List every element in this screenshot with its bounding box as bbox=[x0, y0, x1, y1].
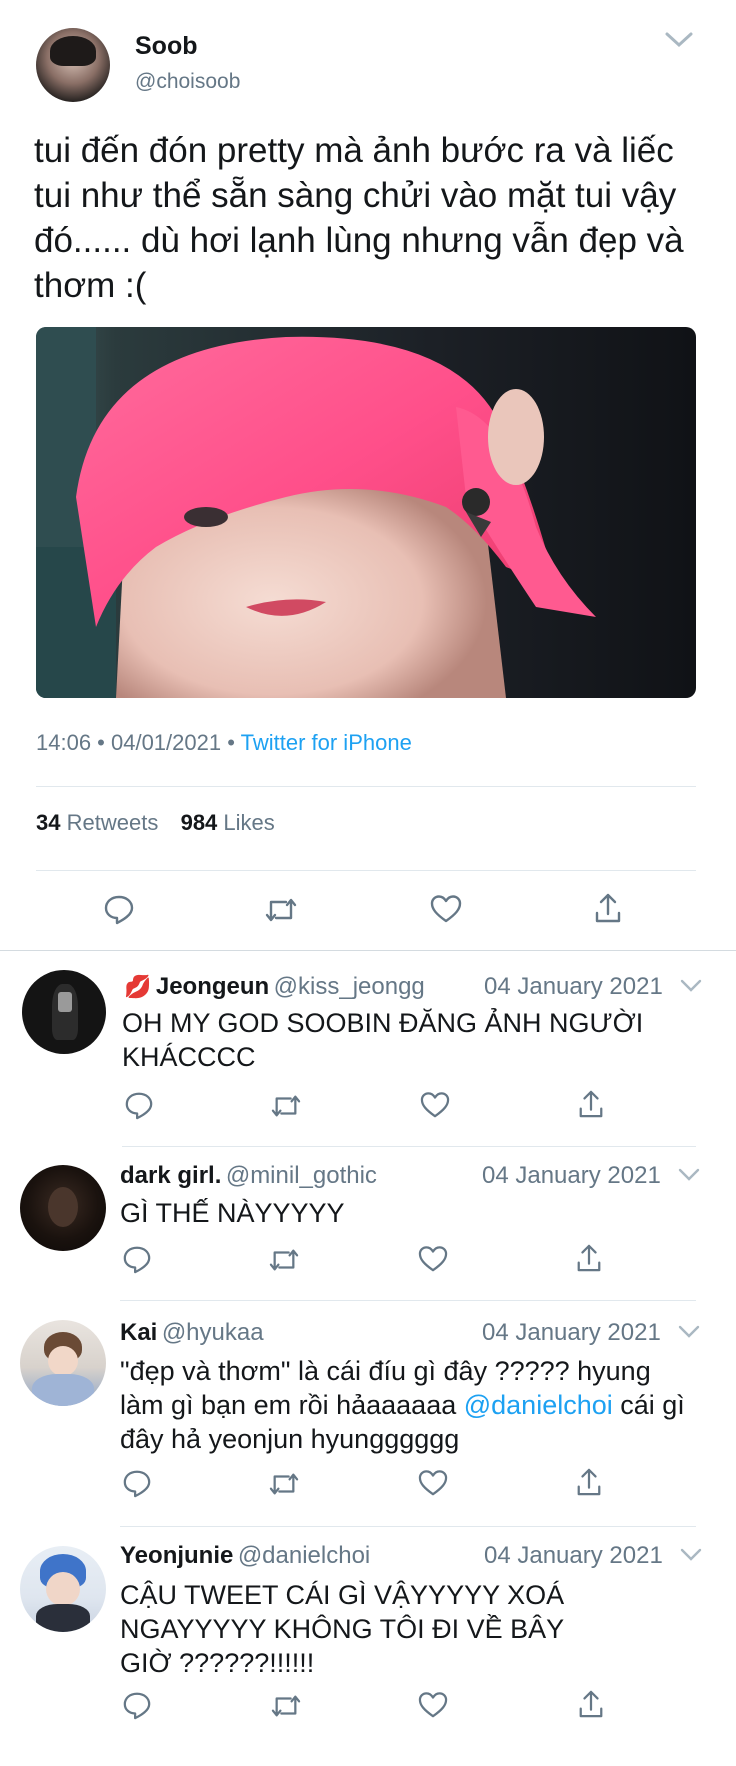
chevron-down-icon[interactable] bbox=[664, 30, 694, 50]
reply-text: OH MY GOD SOOBIN ĐĂNG ẢNH NGƯỜI KHÁCCCC bbox=[122, 1008, 644, 1072]
author-name[interactable]: Soob bbox=[135, 32, 198, 61]
reply-avatar[interactable] bbox=[20, 1165, 106, 1251]
chevron-down-icon[interactable] bbox=[680, 978, 702, 994]
tweet-time: 14:06 • 04/01/2021 • bbox=[36, 730, 235, 755]
divider bbox=[122, 1146, 696, 1147]
divider bbox=[120, 1300, 696, 1301]
reply-author-name[interactable]: dark girl. bbox=[120, 1162, 221, 1189]
reply-avatar[interactable] bbox=[20, 1320, 106, 1406]
retweet-icon[interactable] bbox=[268, 1470, 300, 1498]
like-icon[interactable] bbox=[430, 894, 462, 924]
reply-icon[interactable] bbox=[122, 1468, 152, 1498]
tweet-text: tui đến đón pretty mà ảnh bước ra và liế… bbox=[34, 131, 684, 305]
reply-author-handle[interactable]: @kiss_jeongg bbox=[274, 973, 425, 1000]
reply-header: dark girl. @minil_gothic bbox=[120, 1162, 377, 1190]
retweet-icon[interactable] bbox=[264, 895, 298, 925]
reply-date: 04 January 2021 bbox=[484, 973, 663, 1000]
reply-text: GÌ THẾ NÀYYYYY bbox=[120, 1198, 345, 1228]
retweets-count[interactable]: 34 bbox=[36, 810, 60, 835]
reply-text: CẬU TWEET CÁI GÌ VẬYYYYY XOÁ NGAYYYYY KH… bbox=[120, 1580, 565, 1678]
likes-count[interactable]: 984 bbox=[181, 810, 218, 835]
retweet-icon[interactable] bbox=[270, 1092, 302, 1120]
like-icon[interactable] bbox=[420, 1091, 450, 1119]
like-icon[interactable] bbox=[418, 1245, 448, 1273]
author-avatar[interactable] bbox=[36, 28, 110, 102]
reply-icon[interactable] bbox=[122, 1690, 152, 1720]
reply-header: 💋 Jeongeun @kiss_jeongg bbox=[124, 973, 425, 1001]
share-icon[interactable] bbox=[593, 892, 623, 924]
reply-author-name[interactable]: Kai bbox=[120, 1319, 157, 1346]
like-icon[interactable] bbox=[418, 1469, 448, 1497]
reply-avatar[interactable] bbox=[22, 970, 106, 1054]
retweet-icon[interactable] bbox=[268, 1246, 300, 1274]
reply-author-name[interactable]: Yeonjunie bbox=[120, 1542, 233, 1569]
reply-header: Yeonjunie @danielchoi bbox=[120, 1542, 370, 1570]
chevron-down-icon[interactable] bbox=[680, 1547, 702, 1563]
tweet-stats: 34 Retweets 984 Likes bbox=[36, 810, 275, 836]
chevron-down-icon[interactable] bbox=[678, 1167, 700, 1183]
like-icon[interactable] bbox=[418, 1691, 448, 1719]
divider bbox=[0, 950, 736, 951]
retweets-label[interactable]: Retweets bbox=[67, 810, 159, 835]
reply-icon[interactable] bbox=[103, 893, 135, 925]
divider bbox=[36, 786, 696, 787]
reply-header: Kai @hyukaa bbox=[120, 1319, 264, 1347]
chevron-down-icon[interactable] bbox=[678, 1324, 700, 1340]
divider bbox=[36, 870, 696, 871]
tweet-timestamp: 14:06 • 04/01/2021 • Twitter for iPhone bbox=[36, 730, 412, 756]
reply-date: 04 January 2021 bbox=[482, 1319, 661, 1346]
mention-link[interactable]: @danielchoi bbox=[464, 1390, 613, 1420]
tweet-source-link[interactable]: Twitter for iPhone bbox=[241, 730, 412, 755]
tweet-photo[interactable] bbox=[36, 327, 696, 698]
divider bbox=[120, 1526, 696, 1527]
reply-icon[interactable] bbox=[124, 1090, 154, 1120]
reply-date: 04 January 2021 bbox=[484, 1542, 663, 1569]
reply-author-handle[interactable]: @hyukaa bbox=[162, 1319, 264, 1346]
reply-author-name[interactable]: Jeongeun bbox=[156, 973, 269, 1000]
reply-avatar[interactable] bbox=[20, 1546, 106, 1632]
likes-label[interactable]: Likes bbox=[223, 810, 274, 835]
share-icon[interactable] bbox=[577, 1089, 605, 1119]
share-icon[interactable] bbox=[577, 1689, 605, 1719]
reply-icon[interactable] bbox=[122, 1244, 152, 1274]
retweet-icon[interactable] bbox=[270, 1692, 302, 1720]
share-icon[interactable] bbox=[575, 1243, 603, 1273]
reply-date: 04 January 2021 bbox=[482, 1162, 661, 1189]
reply-author-handle[interactable]: @minil_gothic bbox=[226, 1162, 377, 1189]
reply-text: "đẹp và thơm" là cái đíu gì đây ????? hy… bbox=[120, 1354, 690, 1456]
share-icon[interactable] bbox=[575, 1467, 603, 1497]
author-handle[interactable]: @choisoob bbox=[135, 70, 240, 94]
kiss-emoji: 💋 bbox=[124, 974, 152, 999]
reply-author-handle[interactable]: @danielchoi bbox=[238, 1542, 370, 1569]
